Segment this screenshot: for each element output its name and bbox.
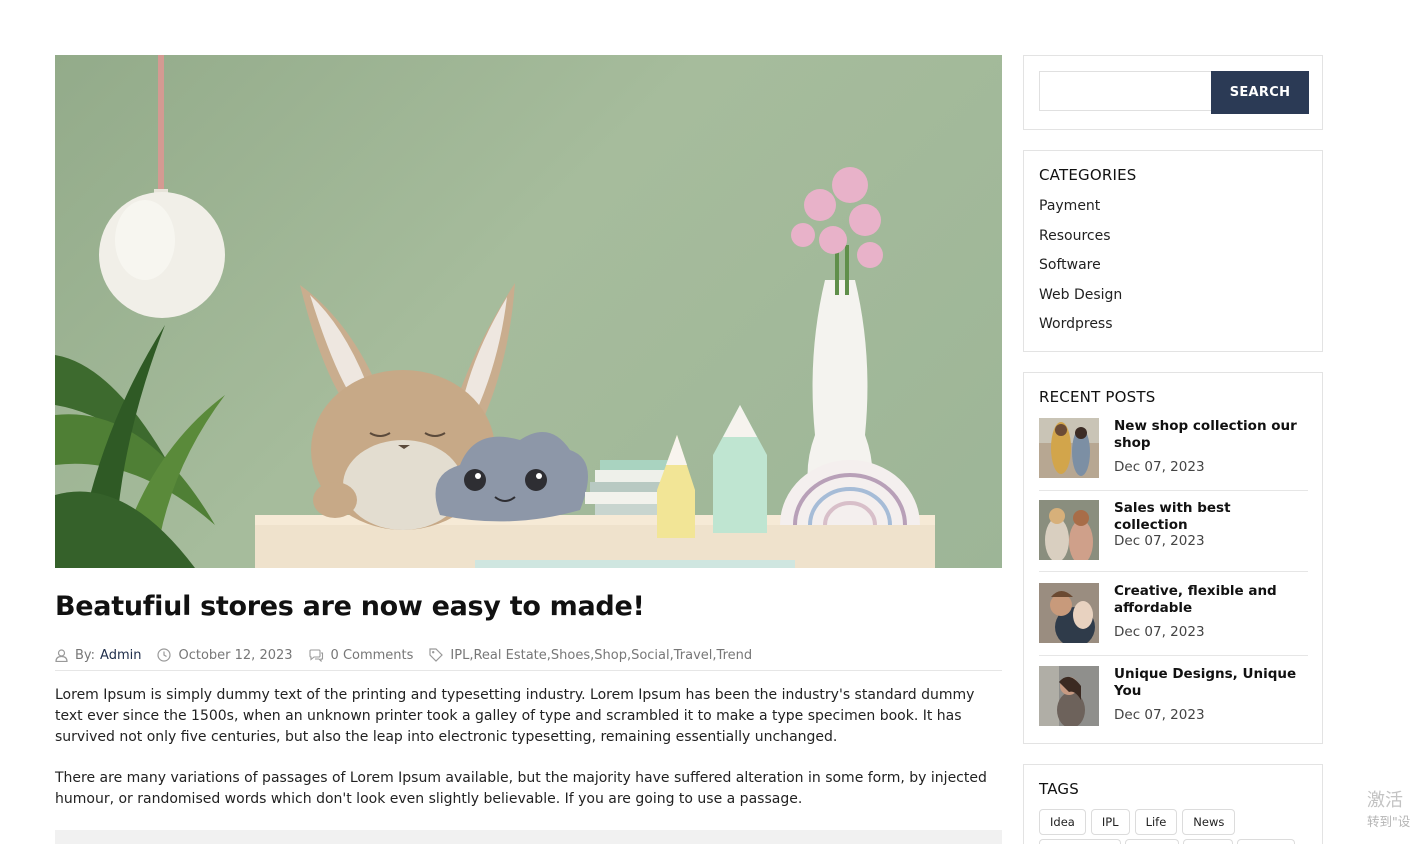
recent-post-item[interactable]: Sales with best collection Dec 07, 2023 — [1039, 500, 1308, 572]
category-item[interactable]: Web Design — [1039, 286, 1122, 316]
tag-chip[interactable]: Life — [1134, 809, 1178, 835]
tags-title: TAGS — [1039, 780, 1079, 798]
category-item[interactable]: Wordpress — [1039, 315, 1122, 345]
tag-chip[interactable]: IPL — [1090, 809, 1130, 835]
categories-title: CATEGORIES — [1039, 166, 1137, 184]
comment-icon — [308, 648, 323, 662]
tag-chip[interactable] — [1237, 839, 1295, 844]
activation-watermark: 激活 转到"设 — [1367, 789, 1415, 831]
recent-post-thumbnail[interactable] — [1039, 583, 1099, 643]
recent-post-item[interactable]: Unique Designs, Unique You Dec 07, 2023 — [1039, 666, 1308, 728]
search-button[interactable]: SEARCH — [1211, 71, 1309, 114]
tags-meta: IPL,Real Estate,Shoes,Shop,Social,Travel… — [429, 648, 752, 663]
by-label: By: — [75, 647, 96, 663]
recent-post-thumbnail[interactable] — [1039, 500, 1099, 560]
recent-post-thumbnail[interactable] — [1039, 666, 1099, 726]
recent-post-date: Dec 07, 2023 — [1114, 459, 1205, 475]
tag-chip[interactable] — [1125, 839, 1179, 844]
tag-cloud: Idea IPL Life News — [1039, 809, 1240, 835]
tag-chip[interactable]: Idea — [1039, 809, 1086, 835]
post-date: October 12, 2023 — [178, 647, 293, 663]
post-featured-image — [55, 55, 1002, 568]
categories-list: Payment Resources Software Web Design Wo… — [1039, 197, 1122, 345]
comments-link[interactable]: 0 Comments — [331, 648, 414, 663]
recent-post-date: Dec 07, 2023 — [1114, 533, 1205, 549]
categories-widget: CATEGORIES Payment Resources Software We… — [1023, 150, 1323, 352]
recent-post-item[interactable]: New shop collection our shop Dec 07, 202… — [1039, 418, 1308, 491]
content-divider-strip — [55, 830, 1002, 844]
recent-posts-widget: RECENT POSTS New shop collection our sho… — [1023, 372, 1323, 744]
watermark-line-2: 转到"设 — [1367, 814, 1411, 829]
category-item[interactable]: Software — [1039, 256, 1122, 286]
post-main: Beatufiul stores are now easy to made! B… — [55, 55, 1002, 810]
recent-post-date: Dec 07, 2023 — [1114, 707, 1205, 723]
tag-cloud-row-2 — [1039, 839, 1299, 844]
post-title: Beatufiul stores are now easy to made! — [55, 591, 645, 622]
category-item[interactable]: Resources — [1039, 227, 1122, 257]
clock-icon — [157, 648, 172, 662]
comments-meta: 0 Comments — [308, 648, 414, 663]
recent-post-thumbnail[interactable] — [1039, 418, 1099, 478]
post-paragraph-1: Lorem Ipsum is simply dummy text of the … — [55, 687, 975, 745]
tag-chip[interactable] — [1183, 839, 1233, 844]
author-link[interactable]: Admin — [100, 648, 141, 663]
category-item[interactable]: Payment — [1039, 197, 1122, 227]
tag-icon — [429, 648, 444, 662]
recent-post-date: Dec 07, 2023 — [1114, 624, 1205, 640]
watermark-line-1: 激活 — [1367, 790, 1403, 811]
author-meta: By: Admin — [55, 648, 141, 663]
recent-post-title[interactable]: New shop collection our shop — [1114, 418, 1304, 452]
post-tags[interactable]: IPL,Real Estate,Shoes,Shop,Social,Travel… — [450, 648, 752, 663]
blog-post-page: Beatufiul stores are now easy to made! B… — [0, 0, 1415, 844]
tag-chip[interactable] — [1039, 839, 1121, 844]
recent-post-title[interactable]: Sales with best collection — [1114, 500, 1304, 534]
post-meta: By: Admin October 12, 2023 0 Comments IP… — [55, 640, 1002, 671]
date-meta: October 12, 2023 — [157, 647, 293, 663]
recent-post-title[interactable]: Unique Designs, Unique You — [1114, 666, 1304, 700]
recent-post-item[interactable]: Creative, flexible and affordable Dec 07… — [1039, 583, 1308, 656]
post-paragraph-2: There are many variations of passages of… — [55, 770, 987, 807]
tag-chip[interactable]: News — [1182, 809, 1236, 835]
recent-post-title[interactable]: Creative, flexible and affordable — [1114, 583, 1304, 617]
tags-widget: TAGS Idea IPL Life News — [1023, 764, 1323, 844]
search-input[interactable] — [1039, 71, 1211, 111]
recent-posts-title: RECENT POSTS — [1039, 388, 1156, 406]
search-widget: SEARCH — [1023, 55, 1323, 130]
user-icon — [55, 648, 68, 662]
